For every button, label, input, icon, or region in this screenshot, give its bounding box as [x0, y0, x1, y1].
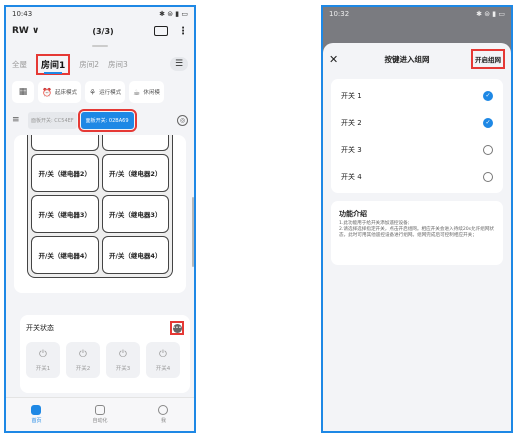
- switch-label: 开关3: [115, 365, 131, 372]
- switch-option-label: 开关 4: [341, 172, 362, 181]
- more-options-button[interactable]: •••: [170, 321, 184, 335]
- drag-handle[interactable]: [92, 45, 108, 47]
- power-icon: ⏻: [39, 348, 47, 360]
- switch-1[interactable]: ⏻ 开关1: [26, 342, 60, 378]
- nav-home[interactable]: 首页: [31, 405, 42, 424]
- unchecked-icon[interactable]: [483, 144, 493, 155]
- tab-room2[interactable]: 房间2: [79, 59, 99, 70]
- home-icon: [31, 405, 42, 415]
- switch-option-1[interactable]: 开关 1 ✓: [341, 82, 493, 109]
- switch-option-label: 开关 3: [341, 145, 362, 154]
- switch-label: 开关4: [155, 365, 171, 372]
- scene-label: 运行模式: [99, 90, 122, 96]
- switch-option-2[interactable]: 开关 2 ✓: [341, 109, 493, 136]
- tab-room3[interactable]: 房间3: [108, 59, 128, 70]
- switch-4[interactable]: ⏻ 开关4: [146, 342, 180, 378]
- relay-3-a[interactable]: 开/关（继电器3）: [31, 195, 99, 233]
- relay-tile[interactable]: [31, 135, 99, 151]
- start-pairing-button[interactable]: 开启组网: [471, 49, 505, 69]
- switch-label: 开关2: [75, 365, 91, 372]
- status-bar: 10:43 ✱ ⊜ ▮ ▭: [6, 7, 194, 20]
- list-icon[interactable]: ≡: [12, 115, 24, 125]
- grid-icon[interactable]: ▦: [12, 81, 34, 103]
- nav-automation[interactable]: 自动化: [92, 405, 108, 424]
- circle-icon[interactable]: ◎: [177, 114, 188, 126]
- status-icons: ✱ ⊜ ▮ ▭: [476, 9, 505, 18]
- relay-grid: 开/关（继电器2） 开/关（继电器2） 开/关（继电器3） 开/关（继电器3） …: [27, 135, 173, 278]
- cube-icon: [94, 405, 105, 415]
- status-time: 10:32: [329, 9, 350, 18]
- feature-intro-card: 功能介绍 1.此功能用于给开关添加遥控设备; 2.请选择选择指定开关，点击开启组…: [331, 201, 503, 265]
- left-phone-screen: 10:43 ✱ ⊜ ▮ ▭ RW ∨ (3/3) ⋮ 全屋 房间1 房间2 房间…: [4, 5, 196, 433]
- checked-icon[interactable]: ✓: [483, 90, 493, 101]
- switch-label: 开关1: [35, 365, 51, 372]
- sheet-header: ✕ 按键进入组网 开启组网: [323, 43, 511, 75]
- relay-2-a[interactable]: 开/关（继电器2）: [31, 154, 99, 192]
- tabs-menu-icon[interactable]: ☰: [170, 57, 188, 71]
- switch-option-label: 开关 1: [341, 91, 362, 100]
- power-icon: ⏻: [119, 348, 127, 360]
- right-phone-screen: 10:32 ✱ ⊜ ▮ ▭ ✕ 按键进入组网 开启组网 开关 1 ✓ 开关 2 …: [321, 5, 513, 433]
- power-icon: ⏻: [79, 348, 87, 360]
- relay-4-b[interactable]: 开/关（继电器4）: [101, 236, 169, 274]
- sheet-title: 按键进入组网: [384, 54, 430, 64]
- switch-option-3[interactable]: 开关 3: [341, 136, 493, 163]
- relay-2-b[interactable]: 开/关（继电器2）: [101, 154, 169, 192]
- cup-icon: ☕: [133, 87, 141, 97]
- nav-label: 首页: [31, 418, 42, 424]
- status-time: 10:43: [12, 9, 33, 18]
- pairing-sheet: ✕ 按键进入组网 开启组网 开关 1 ✓ 开关 2 ✓ 开关 3 开关 4 功能: [323, 43, 511, 431]
- switch-status-card: 开关状态 ••• ⏻ 开关1 ⏻ 开关2 ⏻ 开关3 ⏻ 开关4: [20, 315, 190, 393]
- switch-2[interactable]: ⏻ 开关2: [66, 342, 100, 378]
- scene-leisure[interactable]: ☕ 休闲模: [129, 81, 164, 103]
- relay-4-a[interactable]: 开/关（继电器4）: [31, 236, 99, 274]
- panel-row: ≡ 面板开关: CC54EF 面板开关: 02BA69 ◎: [6, 107, 194, 133]
- status-icons: ✱ ⊜ ▮ ▭: [159, 9, 188, 18]
- scan-icon[interactable]: [154, 26, 168, 36]
- status-bar: 10:32 ✱ ⊜ ▮ ▭: [323, 7, 511, 20]
- scene-run[interactable]: ⚘ 运行模式: [84, 81, 126, 103]
- relay-tile[interactable]: [101, 135, 169, 151]
- device-count: (3/3): [92, 26, 114, 36]
- switch-3[interactable]: ⏻ 开关3: [106, 342, 140, 378]
- home-selector[interactable]: RW ∨: [12, 26, 52, 36]
- switch-option-label: 开关 2: [341, 118, 362, 127]
- tab-room1[interactable]: 房间1: [36, 53, 71, 75]
- scrollbar[interactable]: [192, 197, 194, 267]
- switch-select-list: 开关 1 ✓ 开关 2 ✓ 开关 3 开关 4: [331, 79, 503, 193]
- nav-me[interactable]: 我: [158, 405, 169, 424]
- scene-row: ▦ ⏰ 起床模式 ⚘ 运行模式 ☕ 休闲模: [6, 77, 194, 107]
- feature-intro-title: 功能介绍: [339, 210, 367, 218]
- more-dots-icon: •••: [172, 323, 182, 333]
- switch-status-title: 开关状态: [26, 324, 54, 332]
- bottom-nav: 首页 自动化 我: [6, 397, 194, 431]
- profile-icon: [158, 405, 169, 415]
- panel-switch-cc54ef[interactable]: 面板开关: CC54EF: [28, 111, 77, 129]
- app-bar: RW ∨ (3/3) ⋮: [6, 20, 194, 42]
- switch-option-4[interactable]: 开关 4: [341, 163, 493, 190]
- tab-all[interactable]: 全屋: [12, 59, 27, 70]
- feature-intro-text: 1.此功能用于给开关添加遥控设备; 2.请选择选择指定开关，点击开启组网。相应开…: [339, 221, 495, 239]
- scene-wakeup[interactable]: ⏰ 起床模式: [38, 81, 81, 103]
- checked-icon[interactable]: ✓: [483, 117, 493, 128]
- unchecked-icon[interactable]: [483, 171, 493, 182]
- relay-grid-card: 开/关（继电器2） 开/关（继电器2） 开/关（继电器3） 开/关（继电器3） …: [14, 135, 186, 293]
- more-icon[interactable]: ⋮: [178, 26, 188, 37]
- relay-3-b[interactable]: 开/关（继电器3）: [101, 195, 169, 233]
- alarm-icon: ⏰: [42, 87, 52, 97]
- nav-label: 我: [160, 418, 166, 424]
- close-icon[interactable]: ✕: [329, 53, 343, 66]
- panel-switch-02ba69[interactable]: 面板开关: 02BA69: [77, 108, 137, 132]
- switch-list: ⏻ 开关1 ⏻ 开关2 ⏻ 开关3 ⏻ 开关4: [26, 342, 184, 378]
- fan-icon: ⚘: [88, 87, 97, 97]
- power-icon: ⏻: [159, 348, 167, 360]
- switch-status-header: 开关状态 •••: [26, 321, 184, 335]
- scene-label: 起床模式: [54, 90, 77, 96]
- room-tabs: 全屋 房间1 房间2 房间3 ☰: [6, 51, 194, 77]
- scene-label: 休闲模: [143, 90, 160, 96]
- nav-label: 自动化: [92, 418, 108, 424]
